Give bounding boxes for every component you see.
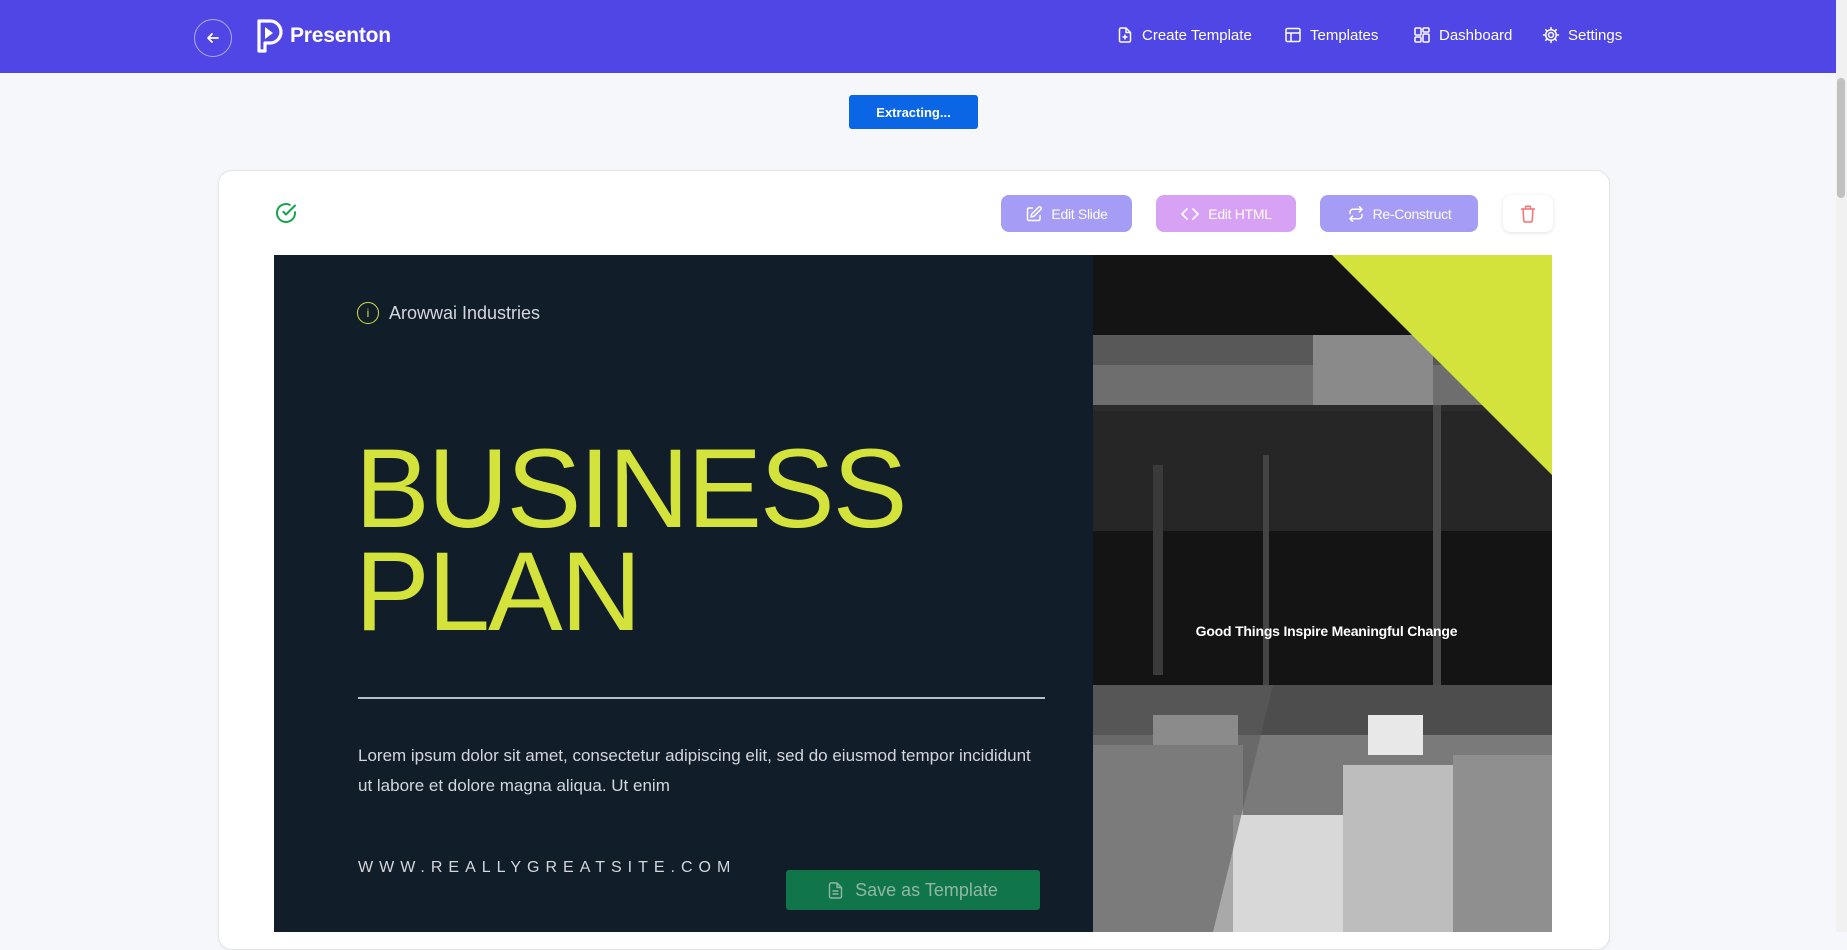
delete-button[interactable] [1503,195,1553,232]
document-icon [828,881,843,899]
slide-title: BUSINESS PLAN [355,426,907,655]
divider-line [358,697,1045,699]
info-icon: i [357,302,379,324]
nav-create-template[interactable]: Create Template [1116,26,1252,44]
code-icon [1181,207,1200,220]
office-photo: Good Things Inspire Meaningful Change [1093,255,1552,932]
check-circle-icon [274,201,298,230]
trash-icon [1521,205,1535,223]
reconstruct-label: Re-Construct [1372,205,1452,222]
company-name: Arowwai Industries [389,302,541,323]
slide-company: i Arowwai Industries [357,302,540,324]
nav-settings[interactable]: Settings [1542,26,1622,44]
gear-icon [1542,26,1560,44]
grid-icon [1414,27,1430,43]
nav-templates[interactable]: Templates [1284,26,1378,44]
slide-preview[interactable]: i Arowwai Industries BUSINESS PLAN Lorem… [274,255,1552,932]
edit-icon [1027,205,1043,221]
layout-icon [1285,27,1301,43]
slide-quote: Good Things Inspire Meaningful Change [1195,623,1458,639]
slide-body-text: Lorem ipsum dolor sit amet, consectetur … [358,746,1031,795]
nav-label: Templates [1310,26,1379,44]
edit-slide-label: Edit Slide [1051,205,1108,222]
extracting-button[interactable]: Extracting... [849,95,978,129]
nav-label: Settings [1568,26,1623,44]
save-template-label: Save as Template [855,879,998,900]
save-as-template-button[interactable]: Save as Template [786,870,1040,910]
reconstruct-button[interactable]: Re-Construct [1320,195,1478,232]
page-scrollbar[interactable] [1836,0,1847,932]
top-navigation-bar: Presenton Create Template Templates Dash… [0,0,1836,73]
title-line-1: BUSINESS [355,426,907,551]
nav-dashboard[interactable]: Dashboard [1413,26,1512,44]
scrollbar-thumb[interactable] [1837,78,1845,198]
slide-website: WWW.REALLYGREATSITE.COM [358,859,737,876]
brand-name: Presenton [290,24,391,47]
edit-html-label: Edit HTML [1208,205,1272,222]
office-photo-illustration [1093,255,1552,932]
arrow-left-icon [207,33,219,43]
nav-label: Create Template [1142,26,1252,44]
presenton-logo-icon [257,19,283,53]
repeat-icon [1348,205,1363,222]
file-plus-icon [1118,27,1132,43]
title-line-2: PLAN [355,529,642,655]
edit-slide-button[interactable]: Edit Slide [1001,195,1132,232]
brand-logo[interactable]: Presenton [256,19,391,53]
back-button[interactable] [194,19,232,57]
edit-html-button[interactable]: Edit HTML [1156,195,1296,232]
nav-label: Dashboard [1439,26,1513,44]
